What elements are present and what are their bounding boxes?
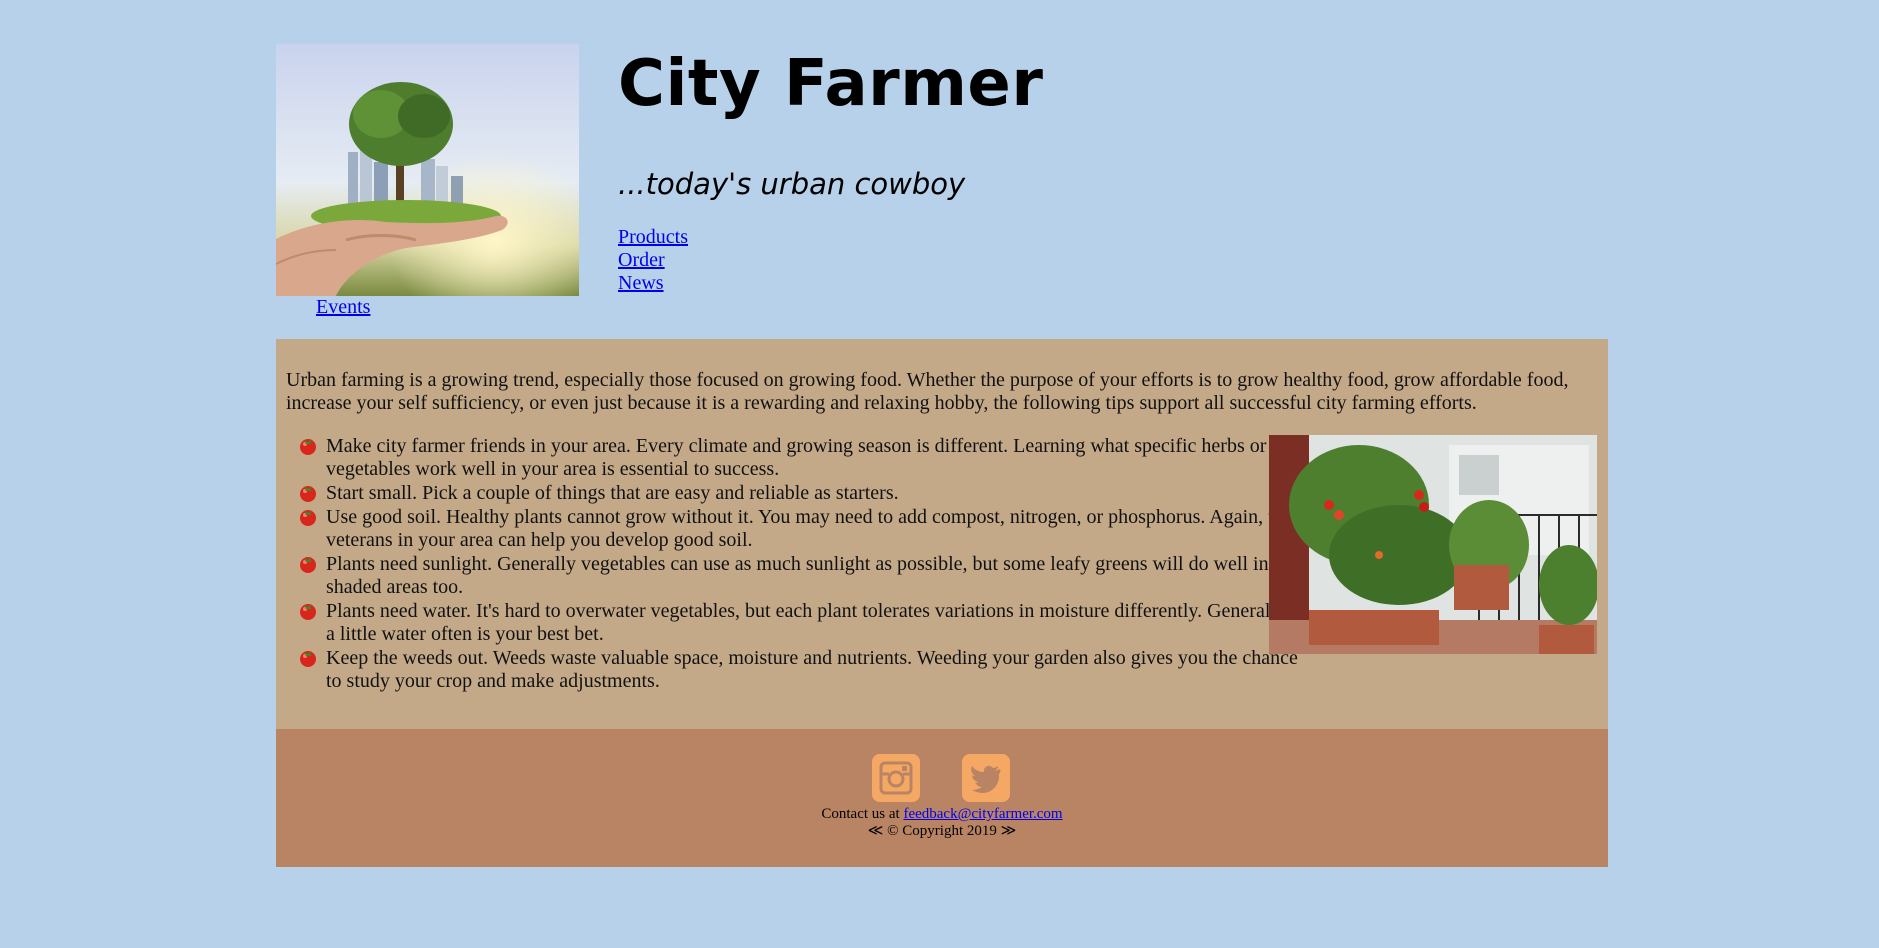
tomato-icon bbox=[300, 486, 316, 502]
instagram-icon[interactable] bbox=[872, 754, 920, 802]
footer: Contact us at feedback@cityfarmer.com ≪ … bbox=[276, 729, 1608, 867]
tips-list: Make city farmer friends in your area. E… bbox=[298, 435, 1298, 694]
copyright: ≪ © Copyright 2019 ≫ bbox=[867, 823, 1017, 839]
header: City Farmer ...today's urban cowboy Prod… bbox=[276, 0, 1608, 339]
tip-text: Use good soil. Healthy plants cannot gro… bbox=[326, 506, 1293, 551]
page: City Farmer ...today's urban cowboy Prod… bbox=[276, 0, 1608, 867]
tomato-icon bbox=[300, 510, 316, 526]
list-item: Make city farmer friends in your area. E… bbox=[298, 435, 1298, 481]
brand: City Farmer bbox=[618, 38, 1043, 130]
list-item: Use good soil. Healthy plants cannot gro… bbox=[298, 506, 1298, 552]
tomato-icon bbox=[300, 604, 316, 620]
main-content: Urban farming is a growing trend, especi… bbox=[276, 339, 1608, 729]
tomato-icon bbox=[300, 651, 316, 667]
contact-email-link[interactable]: feedback@cityfarmer.com bbox=[903, 806, 1062, 822]
tip-text: Plants need water. It's hard to overwate… bbox=[326, 600, 1290, 645]
hand-holding-city-and-tree-image bbox=[276, 44, 579, 296]
contact-line: Contact us at feedback@cityfarmer.com bbox=[276, 806, 1608, 823]
hero-image bbox=[276, 44, 579, 296]
nav-link-events[interactable]: Events bbox=[316, 296, 370, 319]
tagline: ...today's urban cowboy bbox=[618, 167, 966, 201]
side-image bbox=[1269, 435, 1597, 654]
tomato-icon bbox=[300, 439, 316, 455]
list-item: Plants need water. It's hard to overwate… bbox=[298, 600, 1298, 646]
list-item: Start small. Pick a couple of things tha… bbox=[298, 482, 1298, 505]
nav-link-products[interactable]: Products bbox=[618, 226, 688, 249]
tomato-icon bbox=[300, 557, 316, 573]
nav-link-order[interactable]: Order bbox=[618, 249, 688, 272]
balcony-tomato-garden-image bbox=[1269, 435, 1597, 654]
site-title: City Farmer bbox=[618, 47, 1044, 121]
nav-link-news[interactable]: News bbox=[618, 272, 688, 295]
list-item: Plants need sunlight. Generally vegetabl… bbox=[298, 553, 1298, 599]
twitter-icon[interactable] bbox=[962, 754, 1010, 802]
list-item: Keep the weeds out. Weeds waste valuable… bbox=[298, 647, 1298, 693]
intro-paragraph: Urban farming is a growing trend, especi… bbox=[286, 369, 1569, 414]
tip-text: Keep the weeds out. Weeds waste valuable… bbox=[326, 647, 1298, 692]
main-nav: Products Order News bbox=[618, 226, 688, 295]
tip-text: Make city farmer friends in your area. E… bbox=[326, 435, 1267, 480]
tip-text: Plants need sunlight. Generally vegetabl… bbox=[326, 553, 1269, 598]
tip-text: Start small. Pick a couple of things tha… bbox=[326, 482, 899, 504]
contact-prefix: Contact us at bbox=[821, 806, 904, 822]
